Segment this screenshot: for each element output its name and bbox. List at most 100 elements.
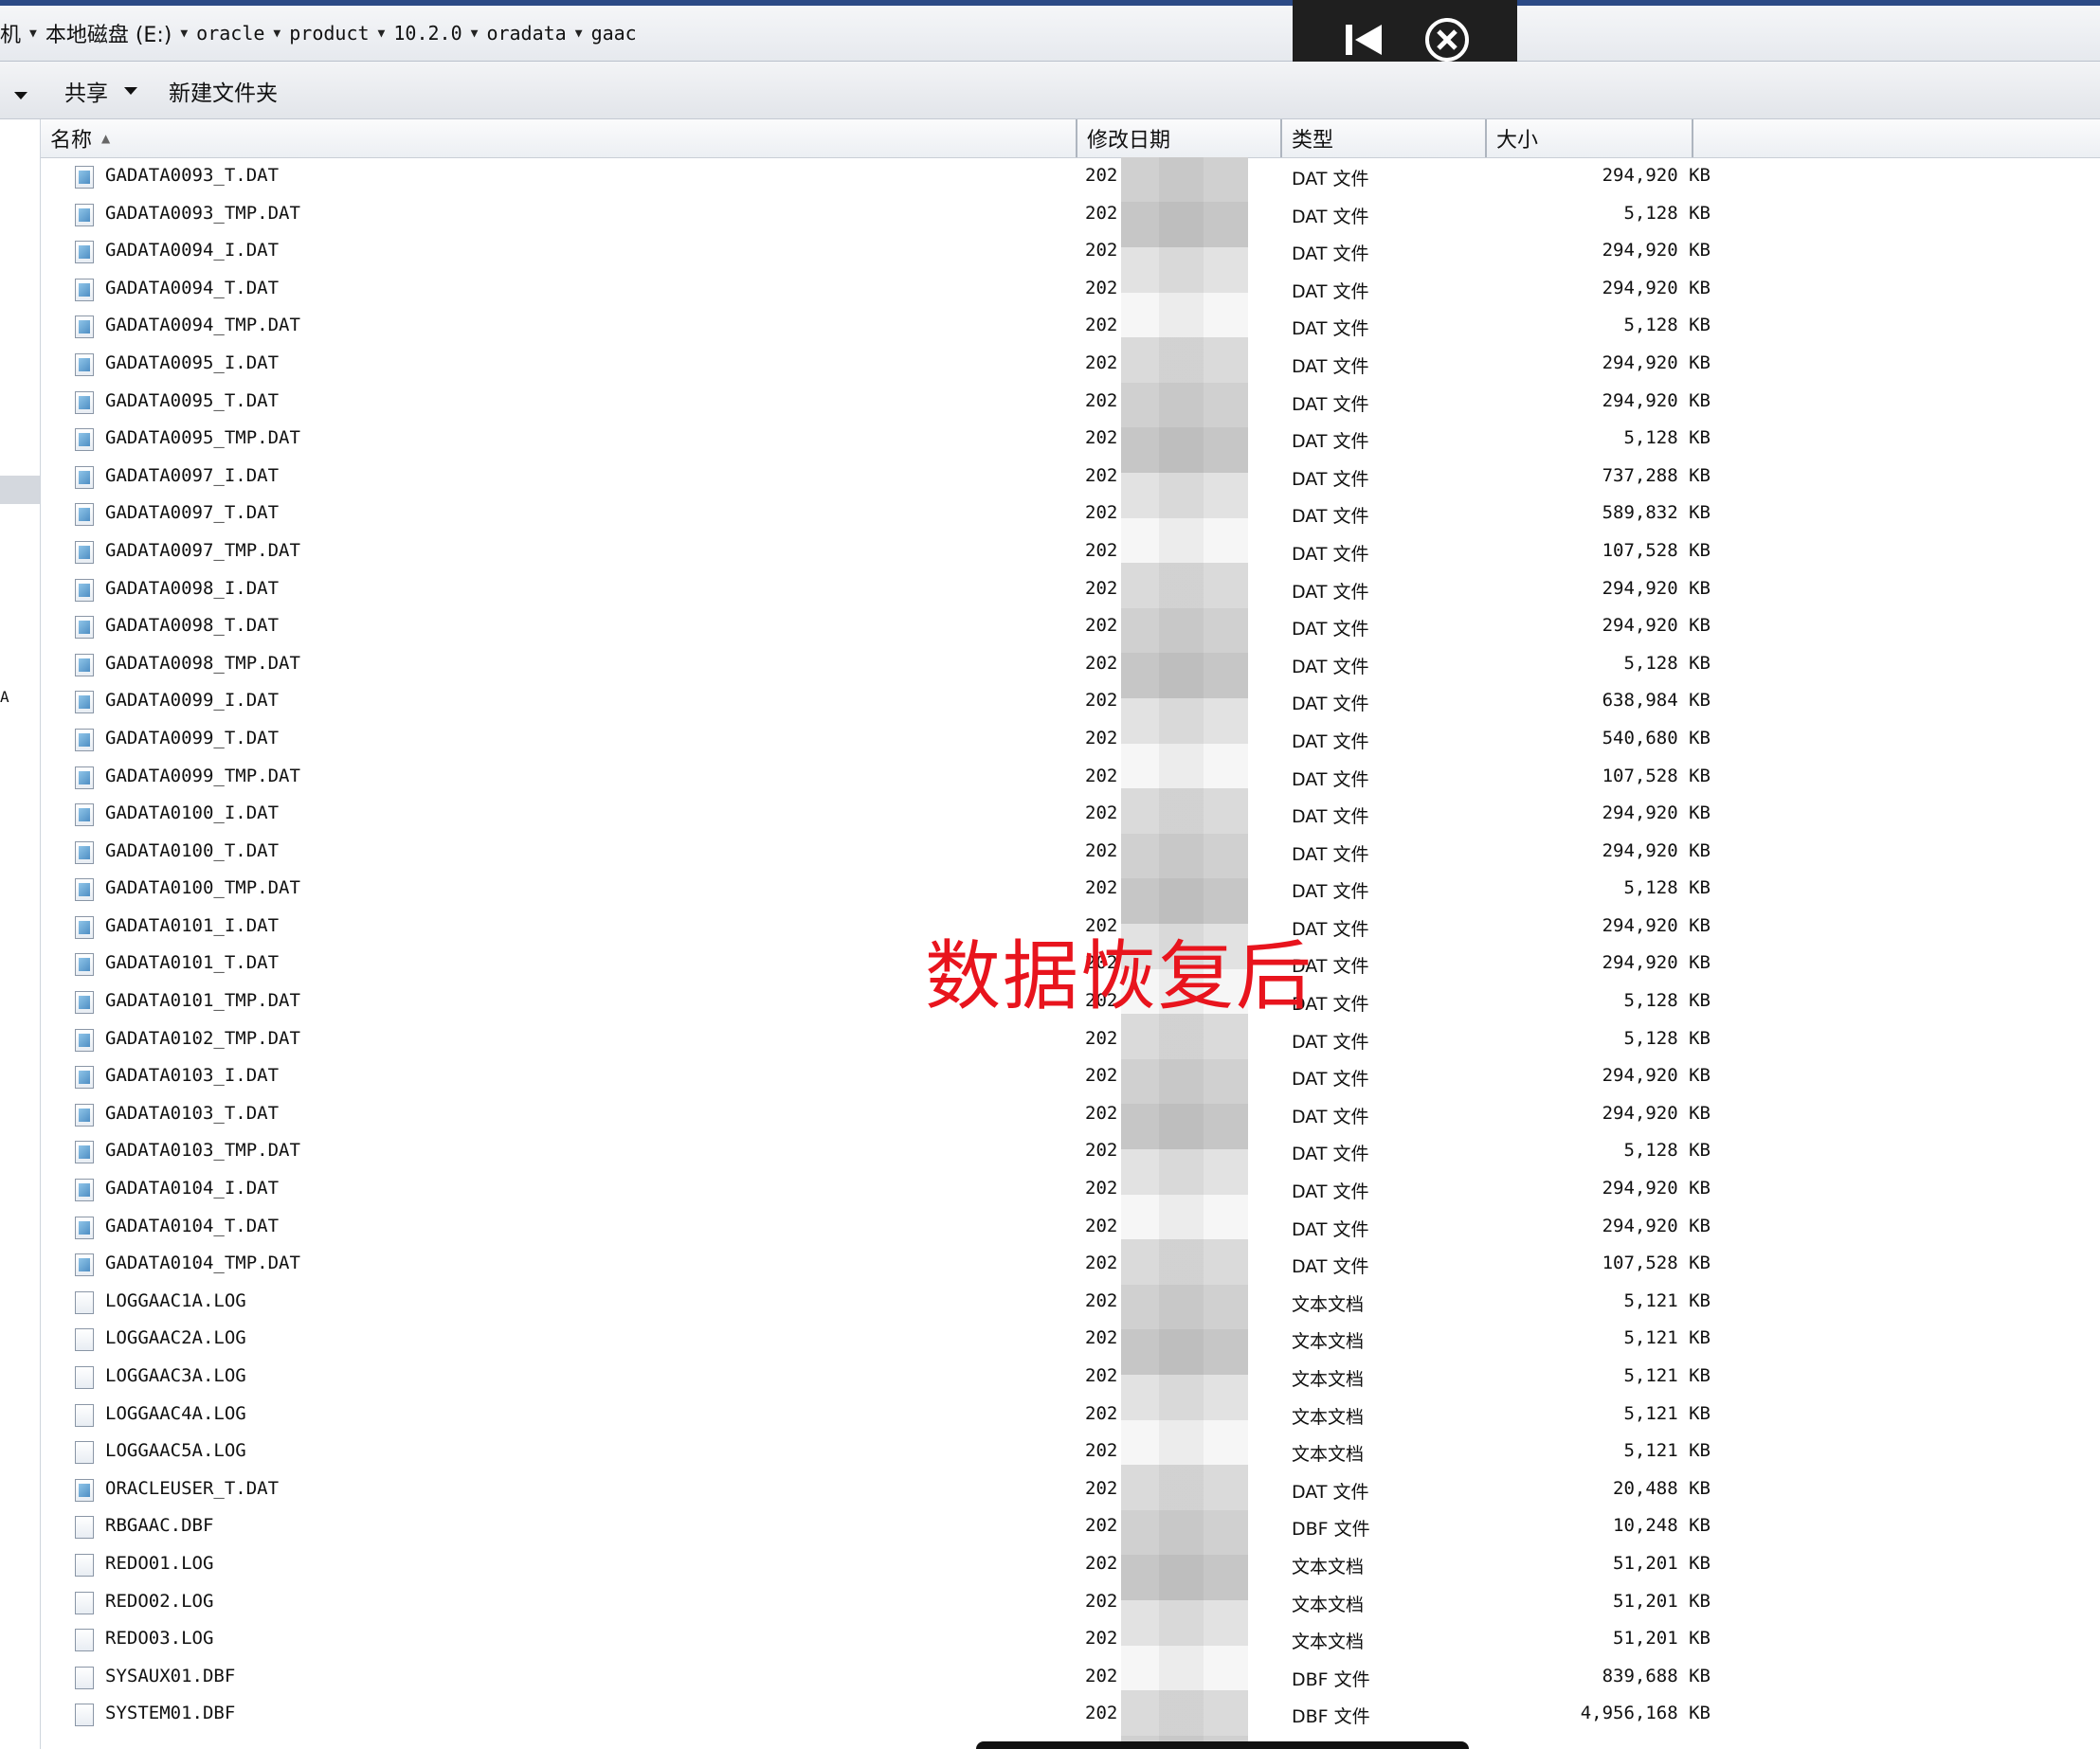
file-name: GADATA0097_TMP.DAT xyxy=(105,539,300,561)
file-type: DAT 文件 xyxy=(1292,768,1369,790)
breadcrumb-separator-icon[interactable]: ▼ xyxy=(378,27,386,41)
column-header-type[interactable]: 类型 xyxy=(1282,119,1487,157)
file-row[interactable]: GADATA0097_T.DAT 202 DAT 文件 589,832 KB xyxy=(41,495,2100,532)
file-row[interactable]: LOGGAAC3A.LOG 202 文本文档 5,121 KB xyxy=(41,1358,2100,1396)
file-row[interactable]: GADATA0104_I.DAT 202 DAT 文件 294,920 KB xyxy=(41,1170,2100,1208)
file-row[interactable]: GADATA0103_I.DAT 202 DAT 文件 294,920 KB xyxy=(41,1057,2100,1095)
column-header-size[interactable]: 大小 xyxy=(1487,119,1693,157)
file-row[interactable]: GADATA0095_T.DAT 202 DAT 文件 294,920 KB xyxy=(41,383,2100,421)
file-row[interactable]: GADATA0098_T.DAT 202 DAT 文件 294,920 KB xyxy=(41,607,2100,645)
file-row[interactable]: GADATA0098_I.DAT 202 DAT 文件 294,920 KB xyxy=(41,570,2100,608)
breadcrumb-separator-icon[interactable]: ▼ xyxy=(575,27,583,41)
file-row[interactable]: GADATA0097_I.DAT 202 DAT 文件 737,288 KB xyxy=(41,458,2100,496)
file-name: GADATA0098_I.DAT xyxy=(105,577,280,599)
file-row[interactable]: GADATA0095_TMP.DAT 202 DAT 文件 5,128 KB xyxy=(41,420,2100,458)
address-bar[interactable]: 机 ▼ 本地磁盘 (E:) ▼ oracle ▼ product ▼ 10.2.… xyxy=(0,6,2100,62)
file-row[interactable]: GADATA0100_T.DAT 202 DAT 文件 294,920 KB xyxy=(41,833,2100,871)
dat-file-icon xyxy=(75,465,94,489)
dat-file-icon xyxy=(75,203,94,226)
file-row[interactable]: GADATA0099_I.DAT 202 DAT 文件 638,984 KB xyxy=(41,682,2100,720)
share-button[interactable]: 共享 xyxy=(64,75,138,107)
file-row[interactable]: GADATA0098_TMP.DAT 202 DAT 文件 5,128 KB xyxy=(41,645,2100,683)
file-name: REDO03.LOG xyxy=(105,1628,214,1650)
column-header-name[interactable]: 名称 ▲ xyxy=(41,119,1077,157)
file-type: DAT 文件 xyxy=(1292,1181,1369,1203)
file-row[interactable]: GADATA0094_TMP.DAT 202 DAT 文件 5,128 KB xyxy=(41,307,2100,345)
file-row[interactable]: LOGGAAC2A.LOG 202 文本文档 5,121 KB xyxy=(41,1320,2100,1358)
file-name: GADATA0100_TMP.DAT xyxy=(105,877,300,899)
breadcrumb-product[interactable]: product xyxy=(289,22,369,45)
file-date: 202 xyxy=(1085,652,1118,674)
breadcrumb-oracle[interactable]: oracle xyxy=(196,22,264,45)
dat-file-icon xyxy=(75,803,94,827)
new-folder-button[interactable]: 新建文件夹 xyxy=(169,75,278,107)
breadcrumb-drive-e[interactable]: 本地磁盘 (E:) xyxy=(45,18,172,48)
dat-file-icon xyxy=(75,991,94,1015)
file-type: DAT 文件 xyxy=(1292,431,1369,453)
nav-selected-item[interactable] xyxy=(0,476,40,504)
file-row[interactable]: GADATA0097_TMP.DAT 202 DAT 文件 107,528 KB xyxy=(41,532,2100,570)
file-row[interactable]: SYSTEM01.DBF 202 DBF 文件 4,956,168 KB xyxy=(41,1695,2100,1733)
file-name: GADATA0103_TMP.DAT xyxy=(105,1140,300,1162)
breadcrumb-separator-icon[interactable]: ▼ xyxy=(180,27,188,41)
file-row[interactable]: GADATA0104_TMP.DAT 202 DAT 文件 107,528 KB xyxy=(41,1245,2100,1283)
file-row[interactable]: REDO03.LOG 202 文本文档 51,201 KB xyxy=(41,1620,2100,1658)
file-date: 202 xyxy=(1085,577,1118,599)
breadcrumb-separator-icon[interactable]: ▼ xyxy=(273,27,281,41)
breadcrumb-separator-icon[interactable]: ▼ xyxy=(471,27,479,41)
organize-dropdown-icon[interactable] xyxy=(13,82,28,107)
file-date: 202 xyxy=(1085,1590,1118,1612)
file-type: DAT 文件 xyxy=(1292,1481,1369,1503)
file-type: DAT 文件 xyxy=(1292,1218,1369,1240)
file-row[interactable]: LOGGAAC4A.LOG 202 文本文档 5,121 KB xyxy=(41,1396,2100,1433)
file-row[interactable]: RBGAAC.DBF 202 DBF 文件 10,248 KB xyxy=(41,1507,2100,1545)
close-icon[interactable] xyxy=(1423,16,1471,67)
breadcrumb-oradata[interactable]: oradata xyxy=(486,22,566,45)
file-size: 294,920 KB xyxy=(1602,165,1711,186)
nav-item-fragment[interactable]: A xyxy=(0,688,9,706)
breadcrumb-version[interactable]: 10.2.0 xyxy=(393,22,462,45)
file-row[interactable]: GADATA0093_T.DAT 202 DAT 文件 294,920 KB xyxy=(41,157,2100,195)
breadcrumb-computer[interactable]: 机 xyxy=(0,18,21,48)
file-row[interactable]: LOGGAAC5A.LOG 202 文本文档 5,121 KB xyxy=(41,1433,2100,1470)
file-size: 51,201 KB xyxy=(1613,1590,1711,1612)
file-type: 文本文档 xyxy=(1292,1444,1365,1466)
column-header-date[interactable]: 修改日期 xyxy=(1077,119,1282,157)
breadcrumb-gaac[interactable]: gaac xyxy=(591,22,637,45)
file-row[interactable]: GADATA0093_TMP.DAT 202 DAT 文件 5,128 KB xyxy=(41,195,2100,233)
file-size: 5,128 KB xyxy=(1623,427,1711,449)
file-name: GADATA0103_T.DAT xyxy=(105,1102,280,1124)
file-row[interactable]: REDO02.LOG 202 文本文档 51,201 KB xyxy=(41,1583,2100,1621)
file-name: REDO01.LOG xyxy=(105,1552,214,1574)
file-row[interactable]: GADATA0100_TMP.DAT 202 DAT 文件 5,128 KB xyxy=(41,870,2100,908)
navigation-pane[interactable]: A xyxy=(0,119,41,1749)
file-size: 540,680 KB xyxy=(1602,727,1711,748)
file-row[interactable]: GADATA0099_TMP.DAT 202 DAT 文件 107,528 KB xyxy=(41,758,2100,796)
file-row[interactable]: LOGGAAC1A.LOG 202 文本文档 5,121 KB xyxy=(41,1283,2100,1321)
bottom-overlay-bar xyxy=(976,1741,1469,1749)
file-row[interactable]: REDO01.LOG 202 文本文档 51,201 KB xyxy=(41,1545,2100,1583)
file-row[interactable]: GADATA0095_I.DAT 202 DAT 文件 294,920 KB xyxy=(41,345,2100,383)
file-row[interactable]: GADATA0094_T.DAT 202 DAT 文件 294,920 KB xyxy=(41,270,2100,308)
file-row[interactable]: GADATA0100_I.DAT 202 DAT 文件 294,920 KB xyxy=(41,795,2100,833)
breadcrumb-separator-icon[interactable]: ▼ xyxy=(29,27,37,41)
file-date: 202 xyxy=(1085,502,1118,524)
file-date: 202 xyxy=(1085,839,1118,861)
file-row[interactable]: GADATA0103_T.DAT 202 DAT 文件 294,920 KB xyxy=(41,1095,2100,1133)
file-date: 202 xyxy=(1085,1065,1118,1087)
dat-file-icon xyxy=(75,503,94,527)
file-row[interactable]: SYSAUX01.DBF 202 DBF 文件 839,688 KB xyxy=(41,1658,2100,1696)
file-row[interactable]: GADATA0103_TMP.DAT 202 DAT 文件 5,128 KB xyxy=(41,1132,2100,1170)
collapse-arrow-icon[interactable] xyxy=(1340,17,1385,66)
file-row[interactable]: GADATA0104_T.DAT 202 DAT 文件 294,920 KB xyxy=(41,1208,2100,1246)
file-row[interactable]: GADATA0102_TMP.DAT 202 DAT 文件 5,128 KB xyxy=(41,1020,2100,1058)
dat-file-icon xyxy=(75,352,94,376)
file-row[interactable]: GADATA0099_T.DAT 202 DAT 文件 540,680 KB xyxy=(41,720,2100,758)
dat-file-icon xyxy=(75,1066,94,1090)
sort-ascending-icon: ▲ xyxy=(101,132,111,145)
file-type: DAT 文件 xyxy=(1292,506,1369,528)
file-name: GADATA0094_T.DAT xyxy=(105,277,280,298)
text-file-icon xyxy=(75,1591,94,1614)
file-row[interactable]: GADATA0094_I.DAT 202 DAT 文件 294,920 KB xyxy=(41,232,2100,270)
file-row[interactable]: ORACLEUSER_T.DAT 202 DAT 文件 20,488 KB xyxy=(41,1470,2100,1508)
